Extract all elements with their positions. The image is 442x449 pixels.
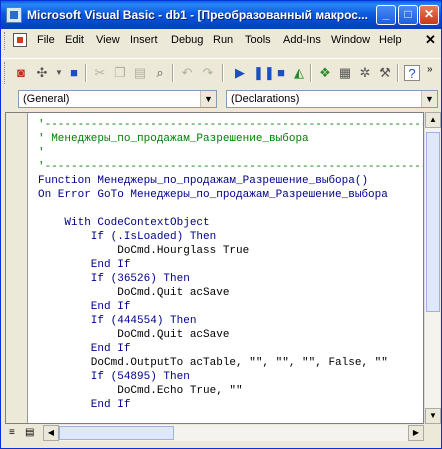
document-icon[interactable]: [13, 33, 27, 47]
access-view-icon[interactable]: ◙: [13, 65, 29, 81]
code-line[interactable]: '---------------------------------------…: [38, 160, 423, 174]
code-line[interactable]: With CodeContextObject: [38, 216, 209, 230]
save-icon[interactable]: ■: [66, 65, 82, 81]
toolbar-separator: [222, 64, 224, 82]
vertical-scrollbar[interactable]: ▲ ▼: [424, 112, 441, 424]
scroll-right-icon[interactable]: ▶: [408, 425, 424, 441]
horizontal-scrollbar[interactable]: ◀ ▶: [43, 425, 424, 441]
toolbar-overflow-icon[interactable]: »: [427, 64, 439, 82]
toolbar-separator: [85, 64, 87, 82]
code-line[interactable]: End If: [38, 300, 131, 314]
object-dropdown[interactable]: (General) ▼: [18, 90, 217, 108]
code-line[interactable]: DoCmd.Hourglass True: [38, 244, 249, 258]
code-line[interactable]: End If: [38, 342, 131, 356]
cut-icon[interactable]: ✂: [92, 65, 108, 81]
full-module-view-icon[interactable]: ▤: [25, 427, 37, 439]
scroll-down-icon[interactable]: ▼: [425, 408, 441, 424]
scroll-up-icon[interactable]: ▲: [425, 112, 441, 128]
app-icon: [6, 7, 22, 23]
menu-run[interactable]: Run: [213, 34, 233, 46]
code-line[interactable]: If (444554) Then: [38, 314, 197, 328]
chevron-down-icon[interactable]: ▼: [200, 91, 216, 107]
code-line[interactable]: On Error GoTo Менеджеры_по_продажам_Разр…: [38, 188, 388, 202]
code-line[interactable]: ': [38, 146, 45, 160]
menu-edit[interactable]: Edit: [65, 34, 84, 46]
break-icon[interactable]: ❚❚: [253, 65, 275, 81]
project-explorer-icon[interactable]: ❖: [317, 65, 333, 81]
toolbar-separator: [310, 64, 312, 82]
menu-window[interactable]: Window: [331, 34, 370, 46]
copy-icon[interactable]: ❐: [112, 65, 128, 81]
vertical-scroll-thumb[interactable]: [426, 132, 440, 312]
window-title: Microsoft Visual Basic - db1 - [Преобраз…: [27, 8, 368, 22]
horizontal-scroll-thumb[interactable]: [59, 426, 174, 440]
menu-insert[interactable]: Insert: [130, 34, 158, 46]
procedure-dropdown-value: (Declarations): [231, 93, 300, 105]
code-line[interactable]: If (36526) Then: [38, 272, 190, 286]
document-close-icon[interactable]: ✕: [425, 32, 436, 48]
menu-file[interactable]: File: [37, 34, 55, 46]
code-line[interactable]: If (54895) Then: [38, 370, 190, 384]
object-dropdown-value: (General): [23, 93, 70, 105]
title-bar[interactable]: Microsoft Visual Basic - db1 - [Преобраз…: [1, 1, 441, 29]
object-browser-icon[interactable]: ✲: [357, 65, 373, 81]
undo-icon[interactable]: ↶: [179, 65, 195, 81]
procedure-dropdown[interactable]: (Declarations) ▼: [226, 90, 438, 108]
properties-window-icon[interactable]: ▦: [337, 65, 353, 81]
menu-help[interactable]: Help: [379, 34, 402, 46]
reset-icon[interactable]: ■: [273, 65, 289, 81]
code-line[interactable]: If (.IsLoaded) Then: [38, 230, 216, 244]
close-button[interactable]: ✕: [419, 5, 439, 25]
run-icon[interactable]: ▶: [232, 65, 248, 81]
code-line[interactable]: End If: [38, 258, 131, 272]
code-line[interactable]: '---------------------------------------…: [38, 118, 423, 132]
chevron-down-icon[interactable]: ▼: [421, 91, 437, 107]
code-line[interactable]: DoCmd.Quit acSave: [38, 328, 229, 342]
code-line[interactable]: DoCmd.OutputTo acTable, "", "", "", Fals…: [38, 356, 388, 370]
paste-icon[interactable]: ▤: [132, 65, 148, 81]
procedure-view-icon[interactable]: ≡: [9, 427, 21, 439]
menu-debug[interactable]: Debug: [171, 34, 203, 46]
menu-view[interactable]: View: [96, 34, 120, 46]
toolbar-separator: [397, 64, 399, 82]
code-editor[interactable]: '---------------------------------------…: [5, 112, 424, 424]
code-line[interactable]: Function Менеджеры_по_продажам_Разрешени…: [38, 174, 368, 188]
design-mode-icon[interactable]: ◭: [291, 65, 307, 81]
insert-module-icon[interactable]: ✣: [34, 65, 50, 81]
maximize-button[interactable]: □: [398, 5, 418, 25]
code-line[interactable]: End If: [38, 398, 131, 412]
code-line[interactable]: DoCmd.Quit acSave: [38, 286, 229, 300]
menu-add-ins[interactable]: Add-Ins: [283, 34, 321, 46]
find-icon[interactable]: ⌕: [152, 65, 168, 81]
code-line[interactable]: ' Менеджеры_по_продажам_Разрешение_выбор…: [38, 132, 309, 146]
vbe-window: Microsoft Visual Basic - db1 - [Преобраз…: [0, 0, 442, 449]
help-icon[interactable]: ?: [404, 65, 420, 81]
menubar-grip[interactable]: [4, 32, 7, 50]
minimize-button[interactable]: _: [376, 5, 396, 25]
redo-icon[interactable]: ↷: [200, 65, 216, 81]
code-margin[interactable]: [6, 113, 28, 423]
insert-dropdown-icon[interactable]: ▼: [51, 65, 67, 81]
menu-tools[interactable]: Tools: [245, 34, 271, 46]
scroll-left-icon[interactable]: ◀: [43, 425, 59, 441]
toolbar-separator: [172, 64, 174, 82]
code-line[interactable]: DoCmd.Echo True, "": [38, 384, 242, 398]
toolbox-icon[interactable]: ⚒: [377, 65, 393, 81]
toolbar-grip[interactable]: [4, 62, 7, 84]
